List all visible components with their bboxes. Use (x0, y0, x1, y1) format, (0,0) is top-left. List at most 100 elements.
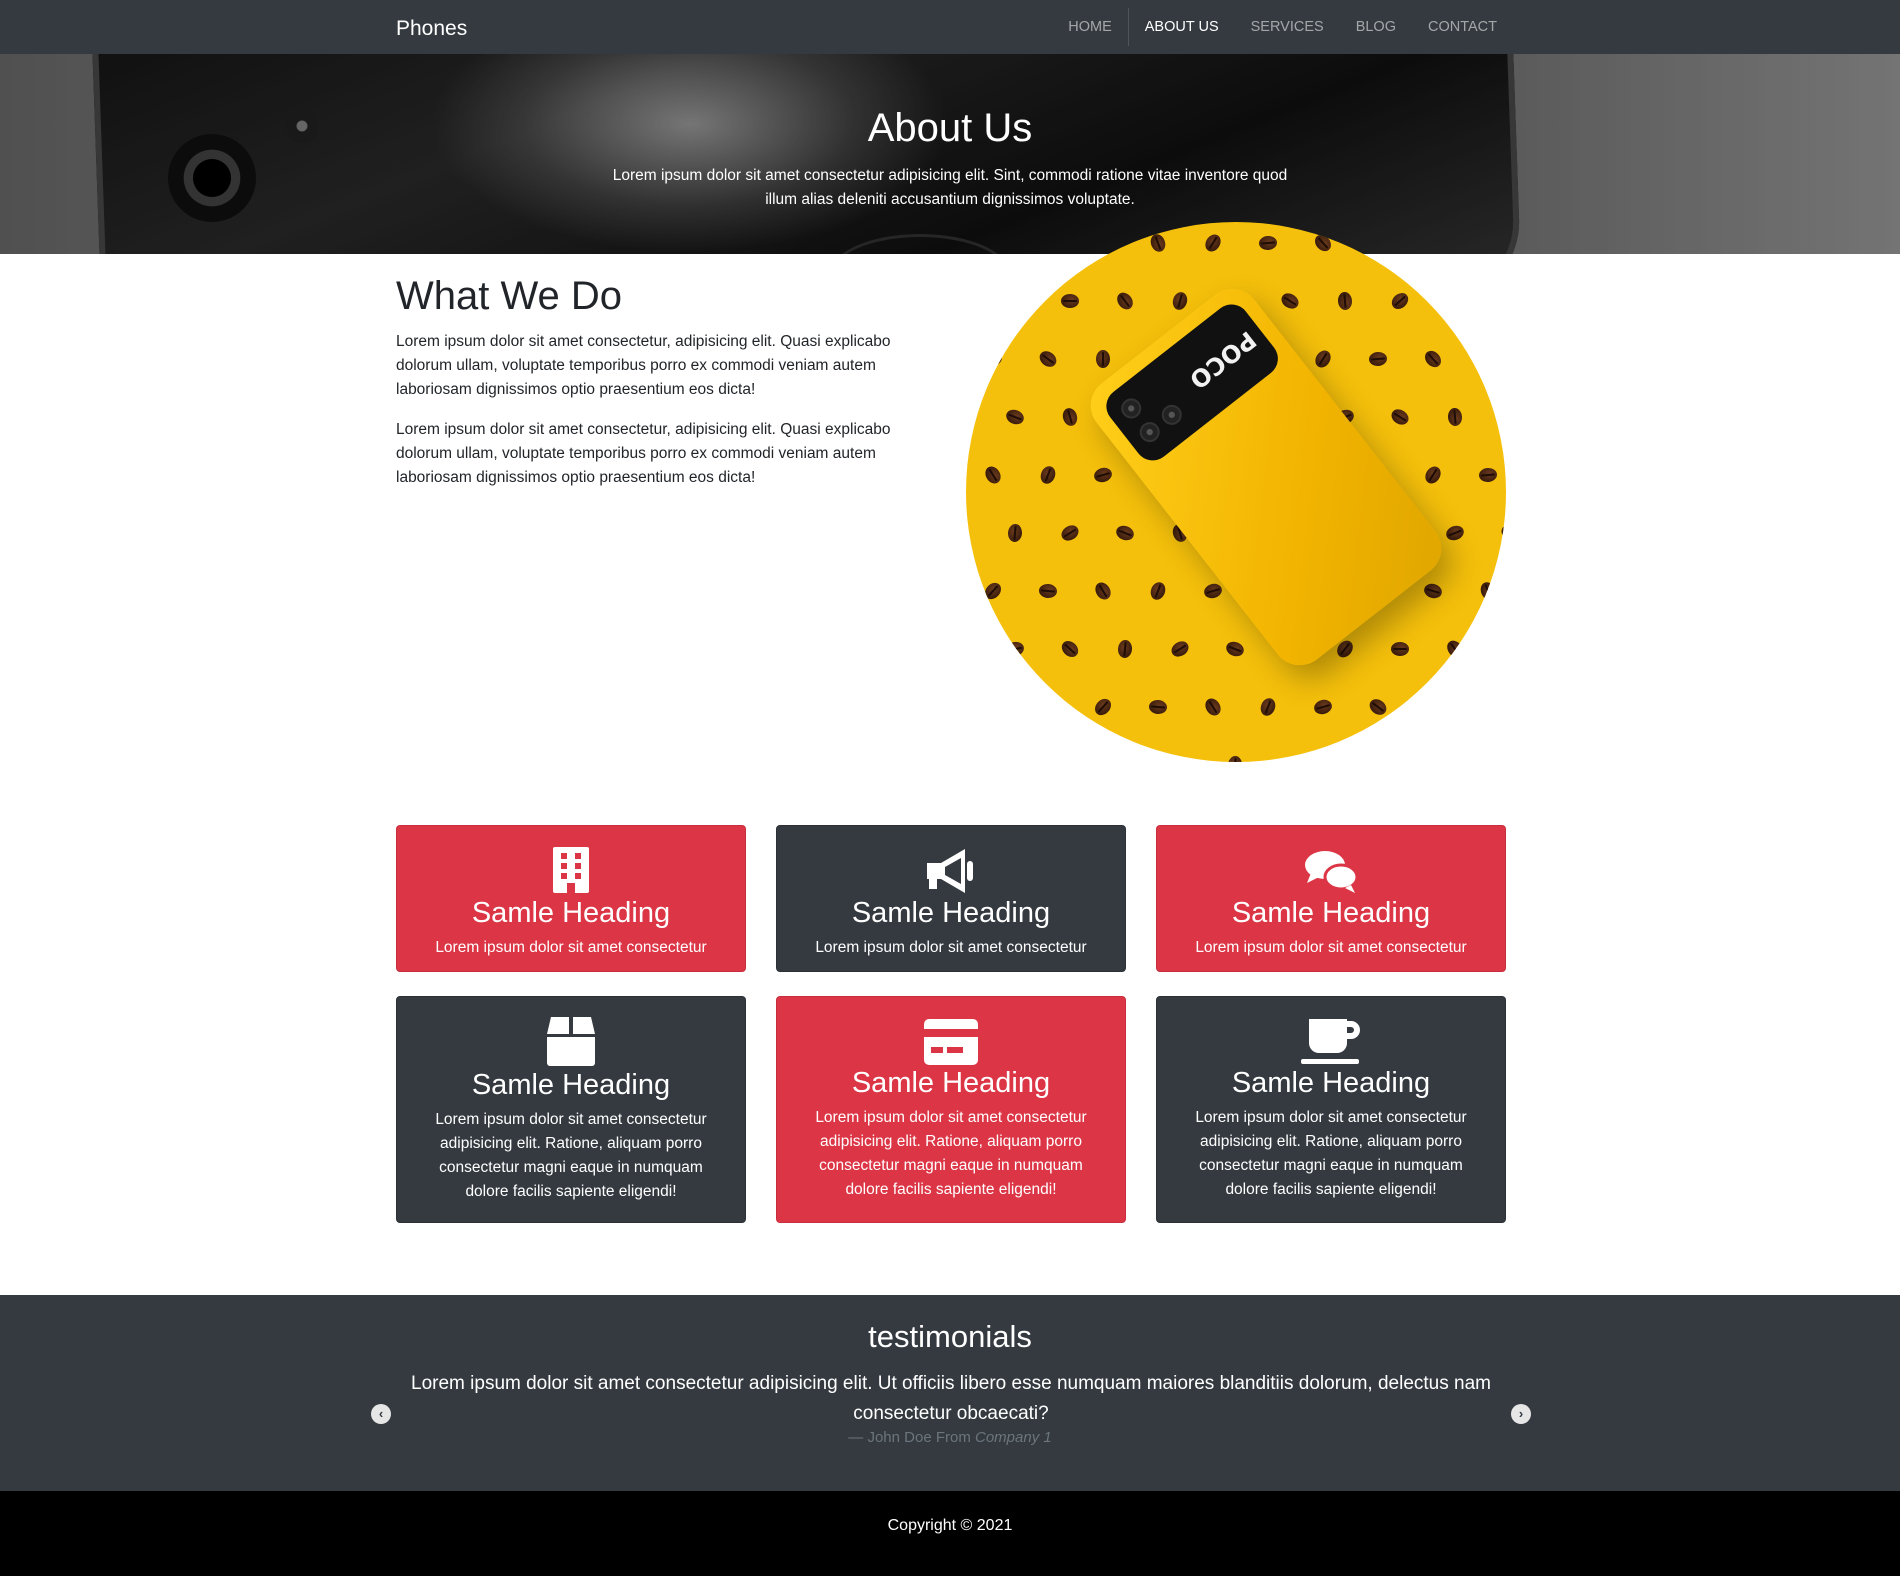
navbar: Phones HOME ABOUT US SERVICES BLOG CONTA… (0, 0, 1900, 54)
testimonials-section: testimonials Lorem ipsum dolor sit amet … (0, 1295, 1900, 1491)
coffee-bean (1426, 698, 1440, 716)
coffee-bean (1422, 581, 1444, 601)
feature-card: Samle Heading Lorem ipsum dolor sit amet… (776, 996, 1126, 1223)
lens-icon (1135, 418, 1164, 447)
feature-card: Samle Heading Lorem ipsum dolor sit amet… (776, 825, 1126, 972)
nav-link-about-us[interactable]: ABOUT US (1127, 8, 1235, 46)
comments-icon (1305, 851, 1359, 893)
coffee-bean (1501, 758, 1506, 762)
coffee-bean (1278, 290, 1302, 312)
hero-overlay (0, 54, 1900, 254)
poco-camera-module: POCO (1099, 297, 1286, 468)
chevron-left-icon[interactable]: ‹ (371, 1404, 391, 1424)
nav-link-home[interactable]: HOME (1052, 8, 1128, 46)
box-icon (547, 1017, 595, 1066)
testimonial-quote: Lorem ipsum dolor sit amet consectetur a… (411, 1373, 1491, 1424)
coffee-bean (1337, 291, 1353, 311)
coffee-bean (1058, 522, 1082, 544)
phone-circle-image: POCO (966, 222, 1506, 762)
coffee-bean (1443, 753, 1467, 762)
coffee-bean (1390, 754, 1410, 762)
coffee-bean (982, 349, 1004, 369)
coffee-bean (1447, 407, 1463, 427)
coffee-bean (1092, 465, 1114, 485)
card-heading: Samle Heading (1231, 897, 1431, 929)
card-text: Lorem ipsum dolor sit amet consectetur a… (815, 1109, 1087, 1198)
coffee-bean (1498, 522, 1506, 544)
hero-title: About Us (867, 106, 1033, 150)
coffee-bean (1479, 348, 1497, 370)
brand-link[interactable]: Phones (396, 0, 467, 54)
coffee-bean (1476, 695, 1500, 719)
nav-link-contact[interactable]: CONTACT (1412, 8, 1513, 46)
testimonial-company: Company 1 (975, 1429, 1052, 1446)
about-paragraph: Lorem ipsum dolor sit amet consectetur, … (396, 421, 891, 486)
coffee-bean (1007, 523, 1023, 543)
card-text: Lorem ipsum dolor sit amet consectetur (815, 939, 1087, 956)
coffee-bean (1368, 351, 1388, 367)
chevron-right-icon[interactable]: › (1511, 1404, 1531, 1424)
coffee-bean (1038, 464, 1058, 486)
coffee-bean (1422, 463, 1444, 487)
coffee-bean (1278, 754, 1302, 762)
card-heading: Samle Heading (471, 1069, 671, 1101)
coffee-bean (1039, 696, 1057, 718)
coffee-bean (1148, 232, 1168, 254)
testimonials-title: testimonials (868, 1319, 1032, 1354)
coffee-bean (986, 234, 1000, 252)
testimonial-author: — John Doe From (848, 1429, 971, 1446)
coffee-bean (1148, 699, 1168, 715)
footer: Copyright © 2021 (0, 1491, 1900, 1576)
coffee-bean (1202, 581, 1224, 601)
card-heading: Samle Heading (851, 897, 1051, 929)
coffee-bean (1092, 579, 1114, 603)
coffee-bean (981, 579, 1005, 603)
poco-logo: POCO (1184, 325, 1262, 395)
lens-icon (1117, 394, 1146, 423)
coffee-bean (1391, 642, 1409, 656)
megaphone-icon (927, 849, 973, 893)
coffee-bean (1444, 523, 1466, 543)
coffee-bean (1058, 637, 1082, 661)
card-text: Lorem ipsum dolor sit amet consectetur (1195, 939, 1467, 956)
coffee-bean (1061, 294, 1079, 308)
coffee-bean (1113, 289, 1137, 313)
coffee-bean (1258, 696, 1278, 718)
copyright-text: Copyright © 2021 (887, 1517, 1013, 1534)
coffee-bean (1114, 523, 1136, 543)
card-heading: Samle Heading (1231, 1067, 1431, 1099)
nav-link-blog[interactable]: BLOG (1340, 8, 1412, 46)
coffee-bean (1258, 235, 1278, 251)
coffee-bean (1366, 695, 1390, 719)
hero-text: Lorem ipsum dolor sit amet consectetur a… (612, 167, 1288, 208)
about-title: What We Do (396, 274, 622, 318)
coffee-bean (1168, 753, 1192, 762)
lens-icon (1157, 400, 1186, 429)
card-text: Lorem ipsum dolor sit amet consectetur a… (1195, 1109, 1467, 1198)
card-text: Lorem ipsum dolor sit amet consectetur a… (435, 1111, 707, 1200)
building-icon (553, 847, 589, 893)
feature-card: Samle Heading Lorem ipsum dolor sit amet… (396, 825, 746, 972)
coffee-bean (1060, 406, 1080, 428)
coffee-bean (1312, 697, 1334, 717)
nav-link-services[interactable]: SERVICES (1235, 8, 1340, 46)
nav-menu: HOME ABOUT US SERVICES BLOG CONTACT (1052, 0, 1513, 54)
about-text: Lorem ipsum dolor sit amet consectetur, … (396, 330, 916, 506)
coffee-bean (1168, 638, 1192, 660)
coffee-bean (1478, 580, 1498, 602)
coffee-bean (1004, 640, 1026, 658)
coffee-bean (1038, 583, 1058, 599)
feature-card: Samle Heading Lorem ipsum dolor sit amet… (1156, 825, 1506, 972)
coffee-bean (1117, 639, 1133, 659)
coffee-bean (982, 463, 1004, 487)
feature-card: Samle Heading Lorem ipsum dolor sit amet… (1156, 996, 1506, 1223)
feature-card: Samle Heading Lorem ipsum dolor sit amet… (396, 996, 746, 1223)
coffee-bean (1091, 695, 1115, 719)
coffee-bean (1227, 755, 1243, 762)
coffee-bean (1421, 347, 1445, 371)
coffee-bean (1004, 407, 1026, 427)
hero-banner: About Us Lorem ipsum dolor sit amet cons… (0, 54, 1900, 254)
coffee-bean (1334, 755, 1356, 762)
about-paragraph: Lorem ipsum dolor sit amet consectetur, … (396, 333, 891, 398)
card-heading: Samle Heading (471, 897, 671, 929)
